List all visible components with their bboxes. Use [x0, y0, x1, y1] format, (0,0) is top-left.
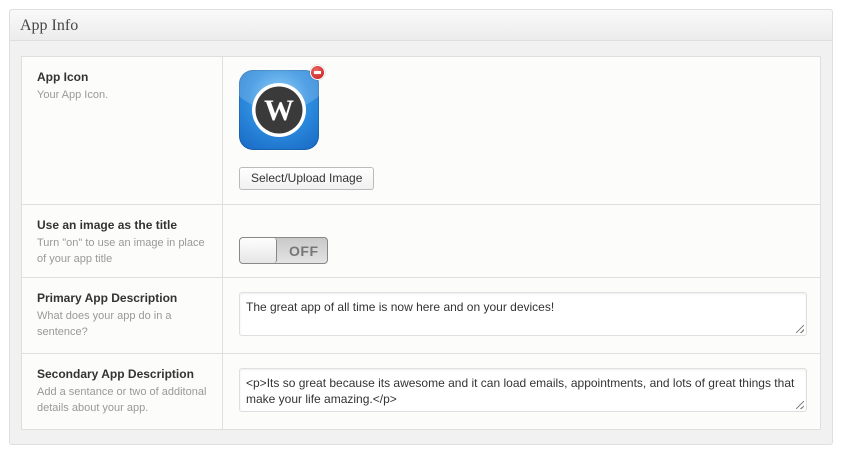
remove-icon-button[interactable] — [310, 65, 325, 80]
row-description: Turn "on" to use an image in place of yo… — [37, 237, 205, 265]
row-field-cell: OFF — [223, 205, 820, 277]
settings-table: App Icon Your App Icon. W Select/Upload … — [21, 56, 821, 430]
row-label-cell: Secondary App Description Add a sentance… — [22, 354, 223, 429]
app-icon-image: W — [239, 70, 319, 150]
app-info-panel: App Info App Icon Your App Icon. W Selec — [9, 9, 833, 445]
row-label: App Icon — [37, 70, 89, 84]
toggle-knob[interactable] — [240, 238, 277, 263]
primary-description-value: The great app of all time is now here an… — [246, 300, 555, 314]
primary-description-textarea[interactable]: The great app of all time is now here an… — [239, 292, 807, 336]
row-label-cell: Primary App Description What does your a… — [22, 278, 223, 353]
row-label-cell: App Icon Your App Icon. — [22, 57, 223, 204]
row-label: Secondary App Description — [37, 367, 194, 381]
panel-header: App Info — [10, 10, 832, 41]
row-description: Your App Icon. — [37, 89, 109, 101]
wordpress-logo-icon: W — [252, 83, 306, 137]
row-description: Add a sentance or two of additonal detai… — [37, 386, 207, 414]
settings-row-primary-description: Primary App Description What does your a… — [22, 277, 820, 353]
settings-row-app-icon: App Icon Your App Icon. W Select/Upload … — [22, 57, 820, 204]
row-field-cell: The great app of all time is now here an… — [223, 278, 820, 353]
select-upload-image-button[interactable]: Select/Upload Image — [239, 167, 375, 190]
settings-row-secondary-description: Secondary App Description Add a sentance… — [22, 353, 820, 429]
panel-title: App Info — [20, 17, 79, 34]
row-label: Primary App Description — [37, 291, 178, 305]
secondary-description-textarea[interactable]: <p>Its so great because its awesome and … — [239, 368, 807, 412]
secondary-description-value: <p>Its so great because its awesome and … — [246, 376, 795, 406]
row-field-cell: W Select/Upload Image — [223, 57, 820, 204]
image-title-toggle[interactable]: OFF — [239, 237, 328, 264]
row-label: Use an image as the title — [37, 218, 178, 232]
row-field-cell: <p>Its so great because its awesome and … — [223, 354, 820, 429]
toggle-state-label: OFF — [289, 243, 319, 259]
resize-grip-icon[interactable] — [796, 325, 804, 333]
row-description: What does your app do in a sentence? — [37, 310, 172, 338]
resize-grip-icon[interactable] — [796, 401, 804, 409]
svg-text:W: W — [264, 94, 294, 127]
settings-row-image-title: Use an image as the title Turn "on" to u… — [22, 204, 820, 277]
row-label-cell: Use an image as the title Turn "on" to u… — [22, 205, 223, 277]
